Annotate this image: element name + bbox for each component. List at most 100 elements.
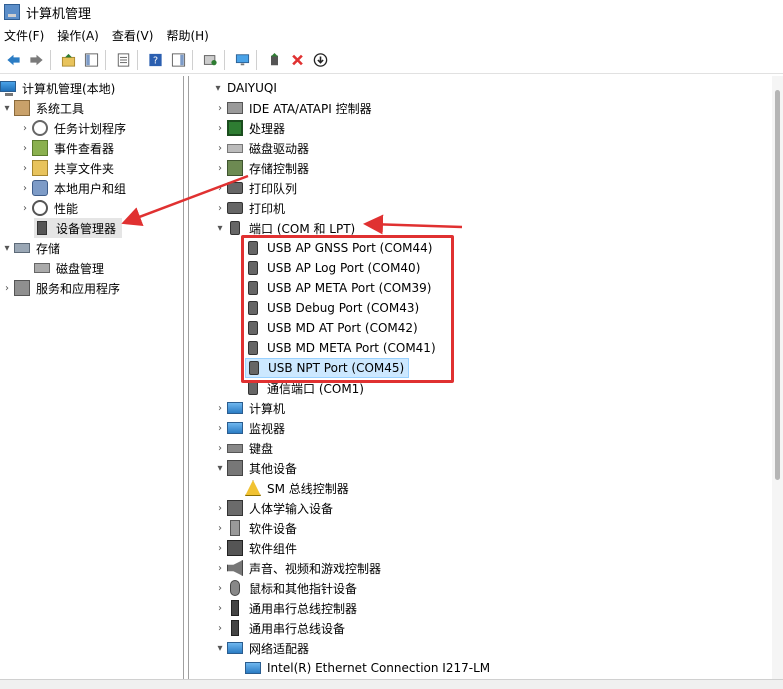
- toolbar-separator: [192, 49, 193, 70]
- chevron-right-icon[interactable]: ›: [213, 198, 227, 218]
- chevron-right-icon[interactable]: ›: [213, 438, 227, 458]
- category-computer[interactable]: › 计算机: [213, 398, 287, 418]
- vertical-scrollbar[interactable]: [772, 76, 783, 679]
- menu-action[interactable]: 操作(A): [53, 27, 108, 44]
- up-folder-button[interactable]: [58, 50, 78, 70]
- show-hide-tree-button[interactable]: [81, 50, 101, 70]
- toolbar-separator: [50, 49, 51, 70]
- category-storage[interactable]: › 存储控制器: [213, 158, 311, 178]
- chevron-right-icon[interactable]: ›: [213, 158, 227, 178]
- menu-help[interactable]: 帮助(H): [162, 27, 217, 44]
- tree-item-label: 本地用户和组: [54, 181, 127, 196]
- tree-item-label: 性能: [54, 201, 79, 216]
- tree-item-event-viewer[interactable]: › 事件查看器: [18, 138, 116, 158]
- category-cpu[interactable]: › 处理器: [213, 118, 287, 138]
- category-label: 打印队列: [249, 181, 298, 196]
- category-usb-devices[interactable]: › 通用串行总线设备: [213, 618, 347, 638]
- device-tree-root-label: DAIYUQI: [227, 81, 277, 95]
- chevron-down-icon[interactable]: ▾: [211, 78, 225, 98]
- chevron-right-icon[interactable]: ›: [213, 538, 227, 558]
- uninstall-button[interactable]: [287, 50, 307, 70]
- category-other[interactable]: ▾ 其他设备: [213, 458, 299, 478]
- chevron-right-icon[interactable]: ›: [213, 558, 227, 578]
- other-device-item[interactable]: SM 总线控制器: [245, 478, 351, 498]
- speaker-icon: [227, 560, 243, 576]
- properties-button[interactable]: [113, 50, 133, 70]
- tree-item-device-manager[interactable]: 设备管理器: [34, 218, 123, 238]
- chevron-down-icon[interactable]: ▾: [0, 98, 14, 118]
- tree-item-label: 系统工具: [36, 101, 85, 116]
- chevron-right-icon[interactable]: ›: [213, 618, 227, 638]
- tree-item-disk-management[interactable]: 磁盘管理: [34, 258, 106, 278]
- tree-item-performance[interactable]: › 性能: [18, 198, 80, 218]
- back-button[interactable]: [3, 50, 23, 70]
- chevron-down-icon[interactable]: ▾: [0, 238, 14, 258]
- category-network[interactable]: ▾ 网络适配器: [213, 638, 311, 658]
- category-label: 键盘: [249, 441, 274, 456]
- help-button[interactable]: ?: [145, 50, 165, 70]
- chevron-right-icon[interactable]: ›: [213, 398, 227, 418]
- category-sound[interactable]: › 声音、视频和游戏控制器: [213, 558, 383, 578]
- chevron-right-icon[interactable]: ›: [213, 598, 227, 618]
- device-tree-root[interactable]: ▾ DAIYUQI: [211, 78, 279, 98]
- chevron-right-icon[interactable]: ›: [0, 278, 14, 298]
- tree-item-local-users[interactable]: › 本地用户和组: [18, 178, 128, 198]
- computer-icon: [227, 402, 243, 414]
- chevron-right-icon[interactable]: ›: [213, 418, 227, 438]
- disable-device-button[interactable]: [310, 50, 330, 70]
- warning-icon: [245, 480, 261, 496]
- scrollbar-thumb[interactable]: [775, 90, 780, 480]
- tree-item-system-tools[interactable]: ▾ 系统工具: [0, 98, 86, 118]
- menu-file[interactable]: 文件(F): [0, 27, 53, 44]
- chevron-right-icon[interactable]: ›: [18, 158, 32, 178]
- chevron-right-icon[interactable]: ›: [18, 198, 32, 218]
- other-devices-icon: [227, 460, 243, 476]
- chevron-right-icon[interactable]: ›: [213, 518, 227, 538]
- tree-item-services[interactable]: › 服务和应用程序: [0, 278, 122, 298]
- tree-item-task-scheduler[interactable]: › 任务计划程序: [18, 118, 128, 138]
- update-driver-button[interactable]: [264, 50, 284, 70]
- chevron-right-icon[interactable]: ›: [18, 138, 32, 158]
- category-label: 计算机: [249, 401, 286, 416]
- chevron-right-icon[interactable]: ›: [213, 118, 227, 138]
- forward-button[interactable]: [26, 50, 46, 70]
- device-manager-icon: [37, 221, 47, 235]
- chevron-right-icon[interactable]: ›: [213, 498, 227, 518]
- usb-icon: [231, 620, 239, 636]
- category-label: 监视器: [249, 421, 286, 436]
- category-disk[interactable]: › 磁盘驱动器: [213, 138, 311, 158]
- category-keyboard[interactable]: › 键盘: [213, 438, 275, 458]
- chevron-right-icon[interactable]: ›: [18, 118, 32, 138]
- chevron-right-icon[interactable]: ›: [213, 578, 227, 598]
- scan-hardware-button[interactable]: [200, 50, 220, 70]
- chevron-down-icon[interactable]: ▾: [213, 218, 227, 238]
- category-software-device[interactable]: › 软件设备: [213, 518, 299, 538]
- disable-device-icon: [313, 52, 327, 67]
- properties-icon: [117, 52, 129, 67]
- network-adapter-item[interactable]: Intel(R) Ethernet Connection I217-LM: [245, 658, 492, 678]
- category-print-queue[interactable]: › 打印队列: [213, 178, 299, 198]
- show-action-pane-button[interactable]: [168, 50, 188, 70]
- chevron-down-icon[interactable]: ▾: [213, 458, 227, 478]
- menu-view[interactable]: 查看(V): [108, 27, 163, 44]
- category-ide[interactable]: › IDE ATA/ATAPI 控制器: [213, 98, 374, 118]
- category-hid[interactable]: › 人体学输入设备: [213, 498, 335, 518]
- keyboard-icon: [227, 443, 243, 453]
- tree-item-root[interactable]: 计算机管理(本地): [0, 78, 117, 98]
- chevron-right-icon[interactable]: ›: [18, 178, 32, 198]
- category-software-component[interactable]: › 软件组件: [213, 538, 299, 558]
- chevron-right-icon[interactable]: ›: [213, 138, 227, 158]
- monitor-button[interactable]: [232, 50, 252, 70]
- tree-item-shared-folders[interactable]: › 共享文件夹: [18, 158, 116, 178]
- category-usb-controllers[interactable]: › 通用串行总线控制器: [213, 598, 359, 618]
- services-icon: [14, 280, 30, 296]
- tree-item-storage[interactable]: ▾ 存储: [0, 238, 62, 258]
- storage-icon: [14, 243, 30, 253]
- category-mouse[interactable]: › 鼠标和其他指针设备: [213, 578, 359, 598]
- chevron-right-icon[interactable]: ›: [213, 98, 227, 118]
- chevron-right-icon[interactable]: ›: [213, 178, 227, 198]
- tree-item-label: 事件查看器: [54, 141, 115, 156]
- category-monitor[interactable]: › 监视器: [213, 418, 287, 438]
- category-printer[interactable]: › 打印机: [213, 198, 287, 218]
- chevron-down-icon[interactable]: ▾: [213, 638, 227, 658]
